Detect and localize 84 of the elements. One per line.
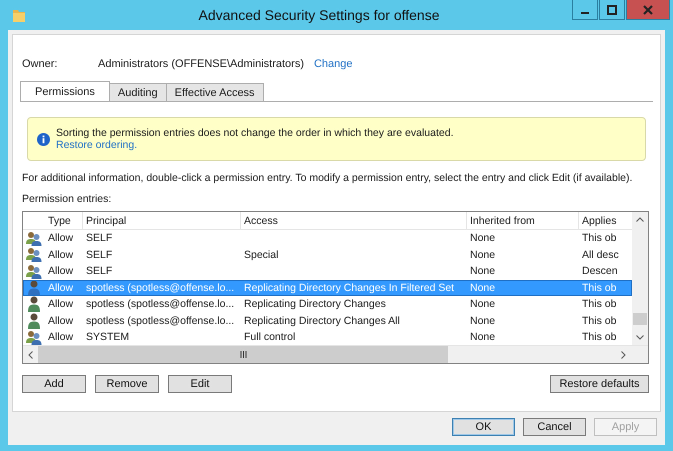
maximize-icon — [607, 4, 617, 14]
instructions-text: For additional information, double-click a permission entry. To modify a permission entry, select the entry and click Edit (if available). — [22, 171, 634, 185]
users-icon — [26, 264, 42, 279]
minimize-button[interactable] — [572, 0, 598, 20]
close-icon — [643, 4, 653, 14]
minimize-icon — [581, 12, 589, 14]
column-header[interactable]: Type — [45, 212, 83, 229]
permission-row[interactable]: Allow SYSTEM Full control None This ob — [23, 329, 632, 345]
table-cell-text: This ob — [581, 232, 618, 244]
table-cell: Replicating Directory Changes All — [244, 314, 400, 327]
entry-button[interactable]: Edit — [168, 375, 232, 393]
table-cell-text: spotless (spotless@offense.lo... — [85, 314, 236, 327]
user-icon — [28, 296, 40, 312]
table-cell-text: None — [469, 331, 496, 344]
table-cell: Replicating Directory Changes — [244, 298, 386, 310]
table-cell: Special — [244, 248, 278, 261]
permission-row[interactable]: Allow SELF Special None All desc — [23, 246, 632, 263]
entry-button[interactable]: Add — [22, 375, 86, 393]
table-cell-text: None — [469, 282, 496, 294]
permission-row[interactable]: Allow spotless (spotless@offense.lo... Replicating Directory Changes None This ob — [23, 296, 632, 312]
table-cell-text: All desc — [581, 248, 620, 261]
table-cell-text: None — [469, 314, 496, 327]
table-cell-text: This ob — [581, 298, 618, 310]
scroll-right-icon — [621, 350, 626, 358]
restore-defaults-button[interactable]: Restore defaults — [550, 375, 649, 393]
table-cell-text: SELF — [85, 248, 114, 261]
table-cell: Replicating Directory Changes In Filtered Set — [244, 282, 454, 294]
table-cell-text: SELF — [85, 265, 114, 278]
window-title: Advanced Security Settings for offense — [198, 7, 440, 23]
grip-icon — [240, 351, 247, 358]
folder-icon — [12, 7, 26, 23]
table-cell-text: None — [469, 298, 496, 310]
info-message: Sorting the permission entries does not change the order in which they are evaluated. — [56, 127, 454, 139]
change-link[interactable]: Change — [314, 58, 353, 70]
dialog-button[interactable]: Cancel — [523, 418, 586, 436]
info-icon — [37, 132, 50, 146]
close-button[interactable] — [626, 0, 670, 20]
table-cell-text: This ob — [581, 282, 618, 294]
table-cell-text: None — [469, 248, 496, 261]
scroll-thumb[interactable] — [633, 313, 647, 325]
column-header[interactable]: Access — [241, 212, 467, 229]
column-header[interactable]: Inherited from — [467, 212, 579, 229]
entry-button[interactable]: Remove — [95, 375, 159, 393]
table-cell-text: Allow — [47, 232, 74, 244]
horizontal-scrollbar[interactable] — [23, 345, 648, 363]
permission-entries-label: Permission entries: — [22, 193, 112, 205]
table-cell-text: Allow — [47, 282, 74, 294]
table-cell-text: Allow — [47, 331, 74, 344]
tab[interactable]: Effective Access — [166, 83, 264, 101]
owner-label: Owner: — [22, 58, 58, 70]
dialog-button[interactable]: OK — [452, 418, 515, 436]
maximize-button[interactable] — [599, 0, 625, 20]
permission-row[interactable]: Allow spotless (spotless@offense.lo... Replicating Directory Changes All None This ob — [23, 312, 632, 329]
permission-row[interactable]: Allow SELF None Descen — [23, 263, 632, 280]
owner-value: Administrators (OFFENSE\Administrators) — [98, 58, 304, 70]
table-cell-text: SYSTEM — [85, 331, 130, 344]
tab[interactable]: Auditing — [108, 83, 167, 101]
column-header[interactable]: Applies — [579, 212, 629, 229]
table-cell-text: spotless (spotless@offense.lo... — [85, 282, 236, 294]
users-icon — [26, 247, 42, 262]
scroll-left-icon — [28, 350, 33, 358]
user-icon — [28, 312, 40, 329]
users-icon — [26, 230, 42, 246]
table-cell-text: Allow — [47, 265, 74, 278]
table-cell-text: This ob — [581, 314, 618, 327]
table-cell-text: None — [469, 265, 496, 278]
user-icon — [28, 280, 40, 296]
table-cell-text: This ob — [581, 331, 618, 344]
table-cell-text: Allow — [47, 314, 74, 327]
vertical-scrollbar[interactable] — [632, 212, 648, 345]
table-cell-text: Allow — [47, 248, 74, 261]
tab[interactable]: Permissions — [20, 81, 110, 101]
table-cell-text: None — [469, 232, 496, 244]
permission-row[interactable]: Allow SELF None This ob — [23, 230, 632, 246]
users-icon — [26, 330, 42, 345]
scroll-down-icon — [636, 335, 644, 340]
restore-ordering-link[interactable]: Restore ordering. — [56, 139, 138, 151]
table-cell-text: Descen — [581, 265, 619, 278]
table-cell-text: spotless (spotless@offense.lo... — [85, 298, 236, 310]
table-cell-text: SELF — [85, 232, 114, 244]
column-header[interactable]: Principal — [83, 212, 241, 229]
table-cell-text: Allow — [47, 298, 74, 310]
table-cell: Full control — [244, 331, 296, 344]
scroll-up-icon — [636, 217, 644, 222]
